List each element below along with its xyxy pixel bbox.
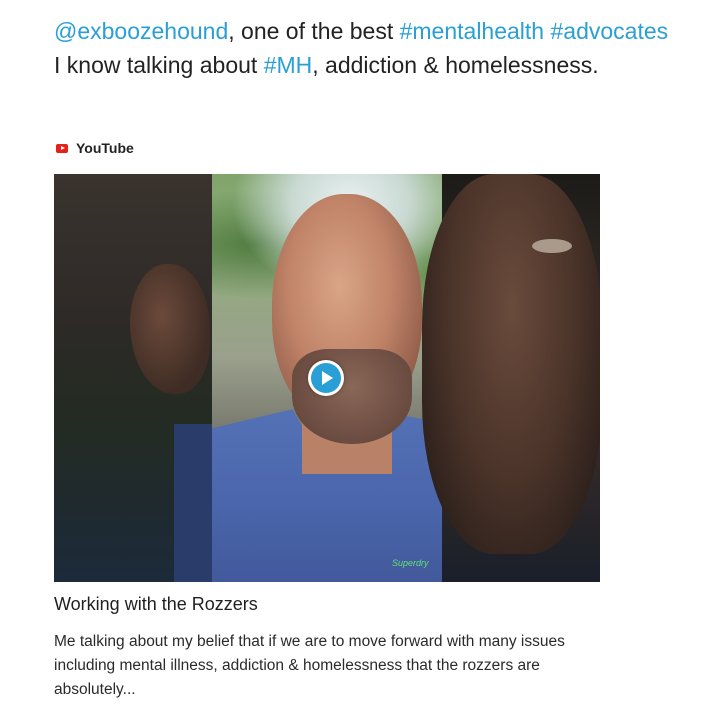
hashtag-link-mentalhealth[interactable]: #mentalhealth — [400, 18, 545, 44]
tweet-text: @exboozehound, one of the best #mentalhe… — [54, 14, 674, 82]
tweet-text-segment: , addiction & homelessness. — [312, 52, 599, 78]
shirt-logo: Superdry — [392, 558, 429, 568]
hashtag-link-advocates[interactable]: #advocates — [551, 18, 669, 44]
play-button[interactable] — [308, 360, 344, 396]
card-title[interactable]: Working with the Rozzers — [54, 594, 258, 615]
youtube-icon — [56, 143, 68, 153]
tweet-text-segment: , one of the best — [228, 18, 400, 44]
video-thumbnail[interactable]: Superdry — [54, 174, 600, 582]
source-label: YouTube — [76, 140, 134, 156]
thumbnail-right-panel — [422, 174, 600, 582]
hashtag-link-mh[interactable]: #MH — [264, 52, 313, 78]
card-source[interactable]: YouTube — [56, 140, 134, 156]
card-description: Me talking about my belief that if we ar… — [54, 633, 565, 698]
thumbnail-left-panel — [54, 174, 234, 582]
mention-link[interactable]: @exboozehound — [54, 18, 228, 44]
play-icon — [311, 363, 341, 393]
tweet-text-segment: I know talking about — [54, 52, 264, 78]
